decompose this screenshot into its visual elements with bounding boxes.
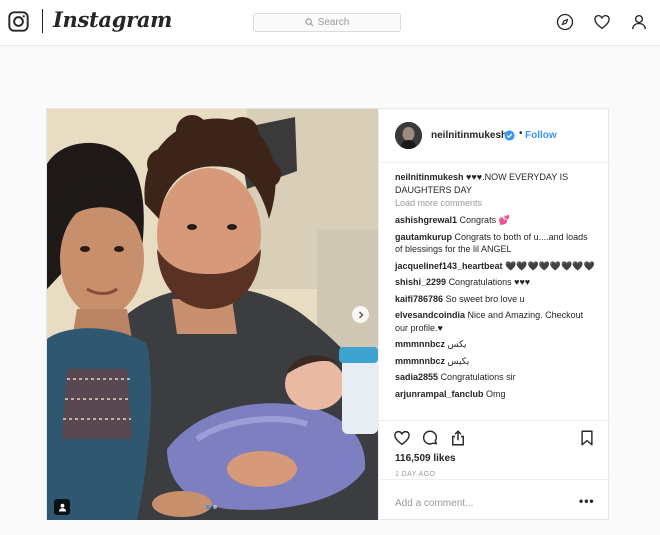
post-header: neilnitinmukesh • Follow [379, 109, 610, 163]
comment-username[interactable]: elvesandcoindia [395, 310, 465, 320]
comment-username[interactable]: gautamkurup [395, 232, 452, 242]
share-upload-icon[interactable] [449, 429, 467, 447]
nav-divider [42, 9, 43, 33]
post-photo[interactable] [47, 109, 378, 520]
post-card: neilnitinmukesh • Follow neilnitinmukesh… [46, 108, 610, 520]
caption: neilnitinmukesh ♥♥♥.NOW EVERYDAY IS DAUG… [395, 171, 595, 196]
comment: arjunrampal_fanclub Omg [395, 388, 595, 401]
tagged-users-button[interactable] [54, 499, 70, 515]
comment-text: Congrats 💕 [459, 215, 510, 225]
post-timestamp[interactable]: 1 DAY AGO [395, 471, 435, 478]
comment-username[interactable]: shishi_2299 [395, 277, 446, 287]
comment-username[interactable]: kaifi786786 [395, 294, 443, 304]
comment-text: یکس [447, 339, 467, 349]
comment-text: Omg [486, 388, 506, 399]
instagram-wordmark[interactable]: Instagram [53, 7, 172, 32]
photo-illustration [47, 109, 378, 520]
comment-text: Congratulations ♥♥♥ [448, 277, 531, 287]
comment: elvesandcoindia Nice and Amazing. Checko… [395, 309, 595, 334]
comment-text: So sweet bro love u [445, 293, 525, 304]
add-comment-input[interactable]: Add a comment... [395, 498, 473, 509]
top-navigation-bar: Instagram Search [0, 0, 660, 46]
follow-button[interactable]: Follow [525, 130, 557, 141]
likes-count[interactable]: 116,509 likes [395, 453, 456, 464]
comment: gautamkurup Congrats to both of u....and… [395, 231, 595, 256]
comment: jacquelinef143_heartbeat 🖤🖤🖤🖤🖤🖤🖤🖤 [395, 260, 595, 273]
caption-username[interactable]: neilnitinmukesh [395, 172, 464, 182]
comment-username[interactable]: jacquelinef143_heartbeat [395, 261, 503, 271]
search-icon [305, 18, 314, 27]
post-sidebar: neilnitinmukesh • Follow neilnitinmukesh… [378, 109, 610, 520]
user-tag-icon [58, 503, 66, 512]
comment-username[interactable]: arjunrampal_fanclub [395, 389, 484, 399]
carousel-dot-active [206, 505, 210, 509]
comment: kaifi786786 So sweet bro love u [395, 293, 595, 306]
load-more-comments-button[interactable]: Load more comments [395, 198, 595, 208]
verified-badge-icon [504, 130, 515, 141]
explore-compass-icon[interactable] [556, 13, 574, 31]
comment: shishi_2299 Congratulations ♥♥♥ [395, 276, 595, 289]
comment: mmmnnbcz یکس [395, 338, 595, 351]
comment: ashishgrewal1 Congrats 💕 [395, 214, 595, 227]
instagram-camera-icon[interactable] [8, 11, 29, 32]
comment-text: یکیس [447, 355, 470, 366]
like-heart-icon[interactable] [393, 429, 411, 447]
search-input[interactable]: Search [253, 13, 401, 32]
more-options-button[interactable]: ••• [579, 494, 595, 508]
carousel-indicators [206, 505, 217, 509]
header-separator: • [519, 128, 523, 139]
comment-username[interactable]: ashishgrewal1 [395, 215, 457, 225]
avatar[interactable] [395, 122, 422, 149]
activity-heart-icon[interactable] [593, 13, 611, 31]
comment-text: 🖤🖤🖤🖤🖤🖤🖤🖤 [505, 260, 595, 271]
comment: sadia2855 Congratulations sir [395, 371, 595, 384]
search-placeholder: Search [317, 17, 350, 28]
post-actions: 116,509 likes 1 DAY AGO [379, 420, 610, 478]
post-author-username[interactable]: neilnitinmukesh [431, 130, 507, 141]
comment-bubble-icon[interactable] [421, 429, 439, 447]
comments-list: neilnitinmukesh ♥♥♥.NOW EVERYDAY IS DAUG… [395, 171, 595, 404]
carousel-dot [213, 505, 217, 509]
comment-username[interactable]: sadia2855 [395, 372, 438, 382]
comment-username[interactable]: mmmnnbcz [395, 339, 445, 349]
avatar-image [395, 122, 422, 149]
comment: mmmnnbcz یکیس [395, 355, 595, 368]
save-bookmark-icon[interactable] [578, 429, 596, 447]
profile-icon[interactable] [630, 13, 648, 31]
comment-username[interactable]: mmmnnbcz [395, 356, 445, 366]
carousel-next-button[interactable] [352, 306, 369, 323]
comment-text: Congratulations sir [440, 372, 516, 382]
chevron-right-icon [358, 311, 363, 318]
add-comment-bar: Add a comment... ••• [379, 479, 610, 520]
